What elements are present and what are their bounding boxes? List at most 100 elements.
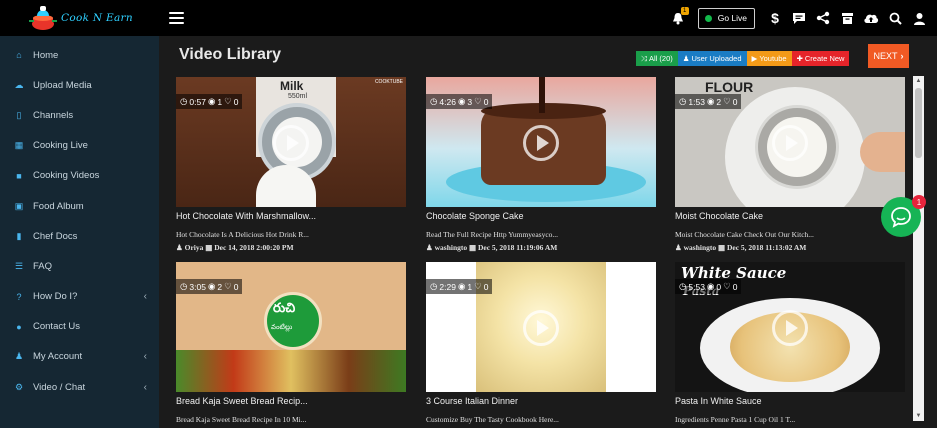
video-description: Bread Kaja Sweet Bread Recipe In 10 Mi..… [176, 415, 307, 424]
eye-icon: ◉ [706, 281, 715, 291]
sidebar-item-how-do-i[interactable]: ? How Do I? ‹ [0, 282, 159, 312]
message-icon[interactable] [791, 10, 807, 26]
chevron-left-icon: ‹ [143, 381, 147, 393]
user-icon: ♟ [176, 243, 183, 252]
heart-icon: ♡ [474, 281, 482, 291]
sidebar-item-chef-docs[interactable]: ▮ Chef Docs [0, 221, 159, 251]
scrollbar[interactable]: ▲ ▼ [913, 76, 924, 421]
video-description: Read The Full Recipe Http Yummyeasyco... [426, 230, 559, 239]
sidebar-item-my-account[interactable]: ♟ My Account ‹ [0, 342, 159, 372]
sidebar-item-channels[interactable]: ▯ Channels [0, 100, 159, 130]
play-icon[interactable] [273, 125, 309, 161]
video-title[interactable]: Bread Kaja Sweet Bread Recip... [176, 396, 406, 406]
sidebar-item-home[interactable]: ⌂ Home [0, 40, 159, 70]
search-icon[interactable] [887, 10, 903, 26]
video-thumbnail[interactable]: ◷ 2:29 ◉ 1 ♡ 0 [426, 262, 656, 392]
video-card: రుచి వంటిల్లు ◷ 3:05 ◉ 2 ♡ 0 Bread Kaja Swe… [176, 262, 406, 424]
bell-icon[interactable]: 1 [670, 7, 689, 26]
video-thumbnail[interactable]: White Sauce Pasta ◷5:53 ◉0 ♡0 [675, 262, 905, 392]
heart-icon: ♡ [723, 281, 731, 291]
dollar-icon[interactable]: $ [767, 10, 783, 26]
video-title[interactable]: Chocolate Sponge Cake [426, 211, 656, 221]
sidebar-item-label: Channels [33, 109, 74, 121]
filter-all-button[interactable]: ⤨ All (20) [636, 51, 678, 66]
thumbnail-overlay-subtext: 550ml [288, 93, 308, 100]
filter-youtube-label: Youtube [759, 54, 787, 63]
filter-all-label: All (20) [649, 54, 673, 63]
share-icon[interactable] [815, 10, 831, 26]
video-author[interactable]: washingto [684, 243, 717, 252]
clock-icon: ◷ [180, 281, 188, 291]
cloud-upload-icon[interactable] [863, 10, 879, 26]
video-stats: ◷ 4:26 ◉ 3 ♡ 0 [426, 94, 493, 109]
sidebar-item-label: Contact Us [33, 321, 80, 333]
filter-user-uploaded-label: User Uploaded [691, 54, 742, 63]
video-meta: ♟ Oriya ▦ Dec 14, 2018 2:00:20 PM [176, 243, 406, 252]
sidebar-item-video-chat[interactable]: ⚙ Video / Chat ‹ [0, 372, 159, 402]
video-thumbnail[interactable]: ◷ 4:26 ◉ 3 ♡ 0 [426, 77, 656, 207]
calendar-icon: ▦ [14, 140, 24, 151]
hamburger-menu-icon[interactable] [169, 12, 184, 24]
video-thumbnail[interactable]: Milk 550ml COOKTUBE ◷ 0:57 ◉ 1 ♡ 0 [176, 77, 406, 207]
scroll-up-icon[interactable]: ▲ [913, 76, 924, 86]
user-icon: ♟ [426, 243, 433, 252]
play-icon[interactable] [523, 310, 559, 346]
video-views: 1 [217, 96, 223, 107]
video-thumbnail[interactable]: రుచి వంటిల్లు ◷ 3:05 ◉ 2 ♡ 0 [176, 262, 406, 392]
play-icon[interactable] [772, 125, 808, 161]
sidebar-item-food-album[interactable]: ▣ Food Album [0, 191, 159, 221]
heart-icon: ♡ [474, 96, 482, 106]
user-icon: ♟ [14, 351, 24, 362]
video-stats: ◷ 3:05 ◉ 2 ♡ 0 [176, 279, 243, 294]
next-button[interactable]: NEXT › [868, 44, 909, 68]
sidebar-item-upload-media[interactable]: ☁ Upload Media [0, 70, 159, 100]
sidebar-item-cooking-live[interactable]: ▦ Cooking Live [0, 131, 159, 161]
video-thumbnail[interactable]: FLOUR ◷ 1:53 ◉ 2 ♡ 0 [675, 77, 905, 207]
video-author[interactable]: Oriya [185, 243, 204, 252]
video-stats: ◷ 2:29 ◉ 1 ♡ 0 [426, 279, 493, 294]
sidebar-item-label: Food Album [33, 200, 84, 212]
shuffle-icon: ⤨ [641, 53, 647, 63]
sidebar-item-label: Cooking Videos [33, 170, 100, 182]
archive-icon[interactable] [839, 10, 855, 26]
sidebar-item-label: Cooking Live [33, 140, 88, 152]
brand[interactable]: Cook N Earn [0, 0, 159, 36]
video-meta: ♟ washingto ▦ Dec 5, 2018 11:13:02 AM [675, 243, 905, 252]
play-icon[interactable] [523, 125, 559, 161]
app-root: Cook N Earn ⌂ Home ☁ Upload Media ▯ Channel… [0, 0, 937, 428]
calendar-icon: ▦ [469, 243, 477, 252]
video-camera-icon: ■ [16, 170, 22, 181]
video-title[interactable]: Hot Chocolate With Marshmallow... [176, 211, 406, 221]
document-icon: ▮ [16, 230, 22, 241]
video-author[interactable]: washingto [435, 243, 468, 252]
chat-notification-badge: 1 [912, 195, 926, 209]
channel-watermark: COOKTUBE [374, 79, 403, 85]
eye-icon: ◉ [457, 281, 466, 291]
play-icon[interactable] [772, 310, 808, 346]
video-stats: ◷ 5:53 ◉ 0 ♡ 0 [675, 279, 742, 294]
video-likes: 0 [732, 281, 738, 292]
video-views: 1 [467, 281, 473, 292]
sidebar-item-contact-us[interactable]: ● Contact Us [0, 312, 159, 342]
go-live-button[interactable]: Go Live [697, 7, 755, 29]
create-new-button[interactable]: ✚ Create New [791, 51, 850, 66]
create-new-label: Create New [804, 54, 845, 63]
video-title[interactable]: 3 Course Italian Dinner [426, 396, 656, 406]
notification-badge: 1 [680, 7, 689, 15]
clock-icon: ◷ [430, 281, 438, 291]
filter-bar: ⤨ All (20) ♟ User Uploaded ▶ Youtube ✚ Creat… [636, 51, 850, 66]
filter-youtube-button[interactable]: ▶ Youtube [746, 51, 792, 66]
video-title[interactable]: Pasta In White Sauce [675, 396, 905, 406]
video-title[interactable]: Moist Chocolate Cake [675, 211, 905, 221]
user-profile-icon[interactable] [911, 10, 927, 26]
clock-icon: ◷ [679, 96, 687, 106]
video-meta: ♟ washingto ▦ Dec 5, 2018 11:19:06 AM [426, 243, 656, 252]
video-description: Ingredients Penne Pasta 1 Cup Oil 1 T... [675, 415, 796, 424]
heart-icon: ♡ [224, 96, 232, 106]
cloud-upload-icon: ☁ [14, 79, 24, 90]
sidebar-item-cooking-videos[interactable]: ■ Cooking Videos [0, 161, 159, 191]
sidebar-item-faq[interactable]: ☰ FAQ [0, 251, 159, 281]
scrollbar-thumb[interactable] [915, 88, 922, 158]
scroll-down-icon[interactable]: ▼ [913, 411, 924, 421]
filter-user-uploaded-button[interactable]: ♟ User Uploaded [677, 51, 747, 66]
